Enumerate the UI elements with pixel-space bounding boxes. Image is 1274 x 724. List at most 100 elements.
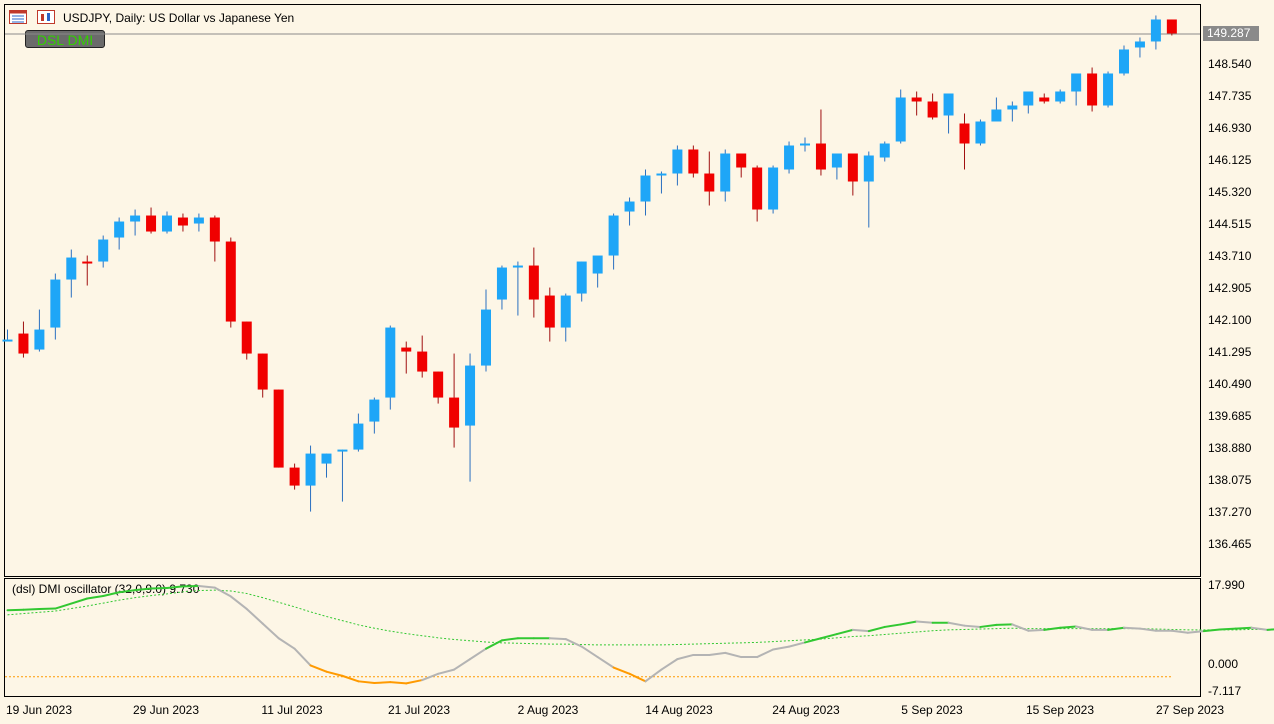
oscillator-segment — [899, 620, 918, 626]
candle-body — [114, 221, 125, 238]
oscillator-segment — [261, 622, 280, 640]
oscillator-segment — [708, 651, 727, 656]
candle-body — [576, 261, 587, 294]
oscillator-segment — [1059, 625, 1078, 629]
oscillator-segment — [405, 679, 424, 685]
oscillator-segment — [500, 637, 519, 642]
oscillator-segment — [197, 584, 216, 589]
candle-body — [720, 153, 731, 192]
candle-body — [496, 267, 507, 300]
candle-body — [1007, 105, 1018, 110]
candle-body — [959, 123, 970, 144]
candle-body — [130, 215, 141, 222]
oscillator-segment — [676, 653, 695, 661]
oscillator-segment — [1123, 626, 1141, 630]
oscillator-segment — [883, 623, 902, 628]
oscillator-segment — [453, 658, 472, 671]
oscillator-segment — [644, 668, 663, 683]
chart-plot — [2, 15, 1274, 685]
oscillator-segment — [947, 621, 966, 627]
candle-body — [1087, 73, 1098, 106]
oscillator-segment — [357, 680, 376, 684]
oscillator-segment — [213, 586, 232, 598]
oscillator-segment — [628, 672, 647, 683]
candle-body — [1023, 91, 1034, 106]
candle-body — [800, 143, 810, 146]
oscillator-segment — [421, 672, 440, 682]
candle-body — [768, 167, 779, 210]
oscillator-segment — [867, 625, 886, 633]
candle-body — [449, 397, 460, 428]
candle-body — [385, 327, 396, 398]
candle-body — [1071, 73, 1082, 92]
candle-body — [1134, 41, 1145, 48]
candle-body — [193, 217, 204, 224]
candle-body — [640, 175, 651, 202]
candle-body — [544, 295, 555, 328]
candle-body — [209, 217, 220, 242]
candle-body — [353, 423, 364, 450]
oscillator-segment — [788, 641, 806, 648]
candle-body — [433, 371, 444, 398]
oscillator-segment — [245, 607, 264, 625]
candle-body — [305, 453, 316, 486]
candle-body — [831, 153, 842, 168]
oscillator-segment — [134, 587, 153, 592]
candle-body — [401, 347, 412, 352]
oscillator-segment — [1107, 626, 1125, 631]
candle-body — [417, 351, 428, 372]
oscillator-segment — [86, 594, 105, 600]
oscillator-segment — [580, 645, 599, 659]
candle-body — [672, 149, 683, 174]
candle-body — [465, 365, 476, 426]
candle-body — [608, 215, 619, 256]
candle-body — [784, 145, 795, 170]
candle-body — [895, 97, 906, 142]
oscillator-segment — [485, 639, 503, 650]
oscillator-segment — [804, 637, 822, 644]
candle-body — [82, 261, 93, 264]
candle-body — [528, 265, 539, 300]
oscillator-segment — [724, 651, 743, 659]
signal-line — [7, 589, 1274, 646]
oscillator-segment — [1138, 627, 1157, 632]
candle-body — [560, 295, 571, 328]
oscillator-segment — [1266, 628, 1274, 631]
oscillator-segment — [1011, 623, 1030, 632]
candle-body — [815, 143, 826, 170]
candle-body — [911, 97, 922, 102]
oscillator-segment — [118, 589, 137, 594]
oscillator-segment — [1250, 626, 1269, 631]
candle-body — [975, 121, 986, 144]
candle-body — [1103, 73, 1114, 106]
candle-body — [481, 309, 491, 366]
oscillator-segment — [660, 658, 679, 671]
oscillator-segment — [548, 637, 567, 641]
oscillator-segment — [293, 647, 312, 667]
candle-body — [624, 201, 635, 212]
candle-body — [241, 321, 252, 354]
oscillator-segment — [564, 638, 583, 648]
candle-body — [66, 257, 77, 280]
chart-window: USDJPY, Daily: US Dollar vs Japanese Yen… — [0, 0, 1274, 724]
candle-body — [943, 93, 954, 116]
candle-body — [736, 153, 747, 168]
candle-body — [847, 153, 858, 182]
oscillator-segment — [1075, 625, 1094, 631]
candle-body — [257, 353, 268, 390]
oscillator-segment — [1202, 628, 1221, 633]
oscillator-segment — [229, 595, 248, 610]
oscillator-segment — [70, 597, 89, 605]
candle-body — [1150, 19, 1161, 42]
oscillator-segment — [1218, 627, 1237, 631]
candle-body — [369, 399, 380, 422]
candle-body — [34, 329, 45, 350]
candle-body — [879, 143, 890, 158]
oscillator-segment — [1234, 626, 1253, 630]
oscillator-segment — [437, 668, 456, 675]
oscillator-segment — [309, 664, 328, 673]
oscillator-segment — [389, 681, 408, 685]
candle-body — [512, 265, 523, 268]
oscillator-segment — [102, 591, 121, 597]
candle-body — [289, 467, 300, 486]
